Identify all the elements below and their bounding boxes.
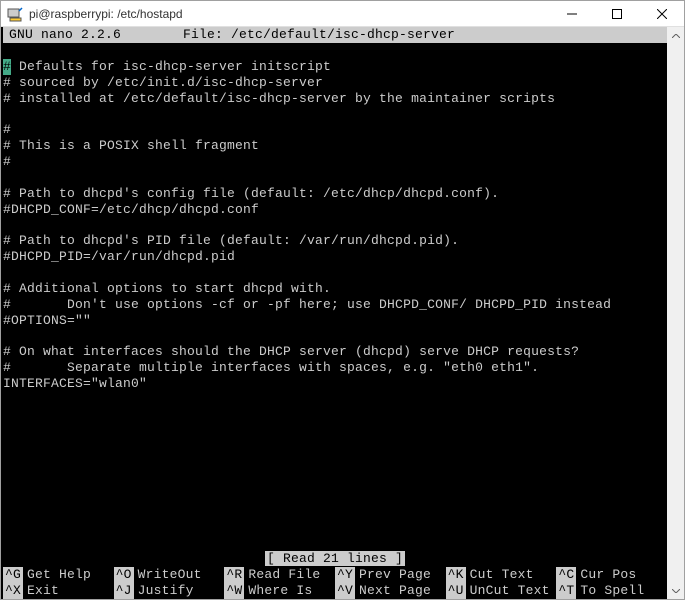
nano-header: GNU nano 2.2.6 File: /etc/default/isc-dh… [3,27,667,43]
window-controls [549,1,684,27]
chevron-up-icon [672,34,680,38]
nano-shortcut: ^GGet Help [3,567,114,583]
terminal[interactable]: GNU nano 2.2.6 File: /etc/default/isc-dh… [1,27,667,599]
shortcut-key: ^G [3,567,23,583]
shortcut-label: WriteOut [138,567,202,583]
nano-shortcut: ^UUnCut Text [446,583,557,599]
shortcut-key: ^O [114,567,134,583]
file-line: # On what interfaces should the DHCP ser… [3,344,667,360]
file-line: # Path to dhcpd's PID file (default: /va… [3,233,667,249]
nano-shortcut: ^VNext Page [335,583,446,599]
titlebar[interactable]: pi@raspberrypi: /etc/hostapd [1,1,684,27]
shortcut-key: ^K [446,567,466,583]
shortcut-key: ^R [224,567,244,583]
shortcut-label: To Spell [580,583,644,599]
shortcut-key: ^J [114,583,134,599]
file-line: # Separate multiple interfaces with spac… [3,360,667,376]
maximize-button[interactable] [594,1,639,27]
putty-icon [7,6,23,22]
shortcut-key: ^Y [335,567,355,583]
nano-shortcut: ^OWriteOut [114,567,225,583]
shortcut-label: Cut Text [470,567,534,583]
minimize-button[interactable] [549,1,594,27]
shortcut-label: Read File [248,567,320,583]
shortcut-label: UnCut Text [470,583,550,599]
file-line [3,170,667,186]
close-icon [657,9,667,19]
file-line: # This is a POSIX shell fragment [3,138,667,154]
file-line: # [3,154,667,170]
minimize-icon [567,9,577,19]
nano-status-text: [ Read 21 lines ] [265,551,405,566]
nano-shortcut: ^CCur Pos [556,567,667,583]
file-line [3,217,667,233]
shortcut-key: ^T [556,583,576,599]
file-line: INTERFACES="wlan0" [3,376,667,392]
shortcut-label: Where Is [248,583,312,599]
nano-version: GNU nano 2.2.6 [3,27,183,43]
window: pi@raspberrypi: /etc/hostapd GNU nano 2.… [0,0,685,600]
nano-content[interactable]: # Defaults for isc-dhcp-server initscrip… [3,59,667,552]
file-line: #OPTIONS="" [3,313,667,329]
window-title: pi@raspberrypi: /etc/hostapd [29,7,549,21]
chevron-down-icon [672,589,680,593]
nano-shortcuts: ^GGet Help^OWriteOut^RRead File^YPrev Pa… [3,567,667,599]
shortcut-label: Get Help [27,567,91,583]
file-line: # Defaults for isc-dhcp-server initscrip… [3,59,667,75]
nano-shortcut: ^RRead File [224,567,335,583]
terminal-area: GNU nano 2.2.6 File: /etc/default/isc-dh… [1,27,684,599]
nano-shortcut: ^WWhere Is [224,583,335,599]
shortcut-label: Exit [27,583,59,599]
nano-shortcut: ^KCut Text [446,567,557,583]
nano-shortcut: ^TTo Spell [556,583,667,599]
shortcut-key: ^V [335,583,355,599]
cursor: # [3,59,11,75]
scroll-down-button[interactable] [667,582,684,599]
nano-blank-line [3,43,667,59]
shortcut-label: Cur Pos [580,567,636,583]
nano-shortcut: ^XExit [3,583,114,599]
nano-status-bar: [ Read 21 lines ] [3,551,667,567]
file-line: #DHCPD_CONF=/etc/dhcp/dhcpd.conf [3,202,667,218]
shortcut-key: ^W [224,583,244,599]
nano-file-label: File: /etc/default/isc-dhcp-server [183,27,667,43]
nano-shortcut: ^JJustify [114,583,225,599]
shortcut-label: Prev Page [359,567,431,583]
maximize-icon [612,9,622,19]
file-line [3,265,667,281]
shortcut-key: ^U [446,583,466,599]
file-line: # Additional options to start dhcpd with… [3,281,667,297]
nano-shortcut: ^YPrev Page [335,567,446,583]
file-line [3,328,667,344]
scrollbar[interactable] [667,27,684,599]
shortcut-key: ^C [556,567,576,583]
shortcut-label: Justify [138,583,194,599]
file-line: # Don't use options -cf or -pf here; use… [3,297,667,313]
close-button[interactable] [639,1,684,27]
file-line: # installed at /etc/default/isc-dhcp-ser… [3,91,667,107]
file-line: #DHCPD_PID=/var/run/dhcpd.pid [3,249,667,265]
file-line [3,106,667,122]
file-line: # [3,122,667,138]
shortcut-label: Next Page [359,583,431,599]
file-line: # sourced by /etc/init.d/isc-dhcp-server [3,75,667,91]
file-line: # Path to dhcpd's config file (default: … [3,186,667,202]
shortcut-key: ^X [3,583,23,599]
scroll-up-button[interactable] [667,27,684,44]
